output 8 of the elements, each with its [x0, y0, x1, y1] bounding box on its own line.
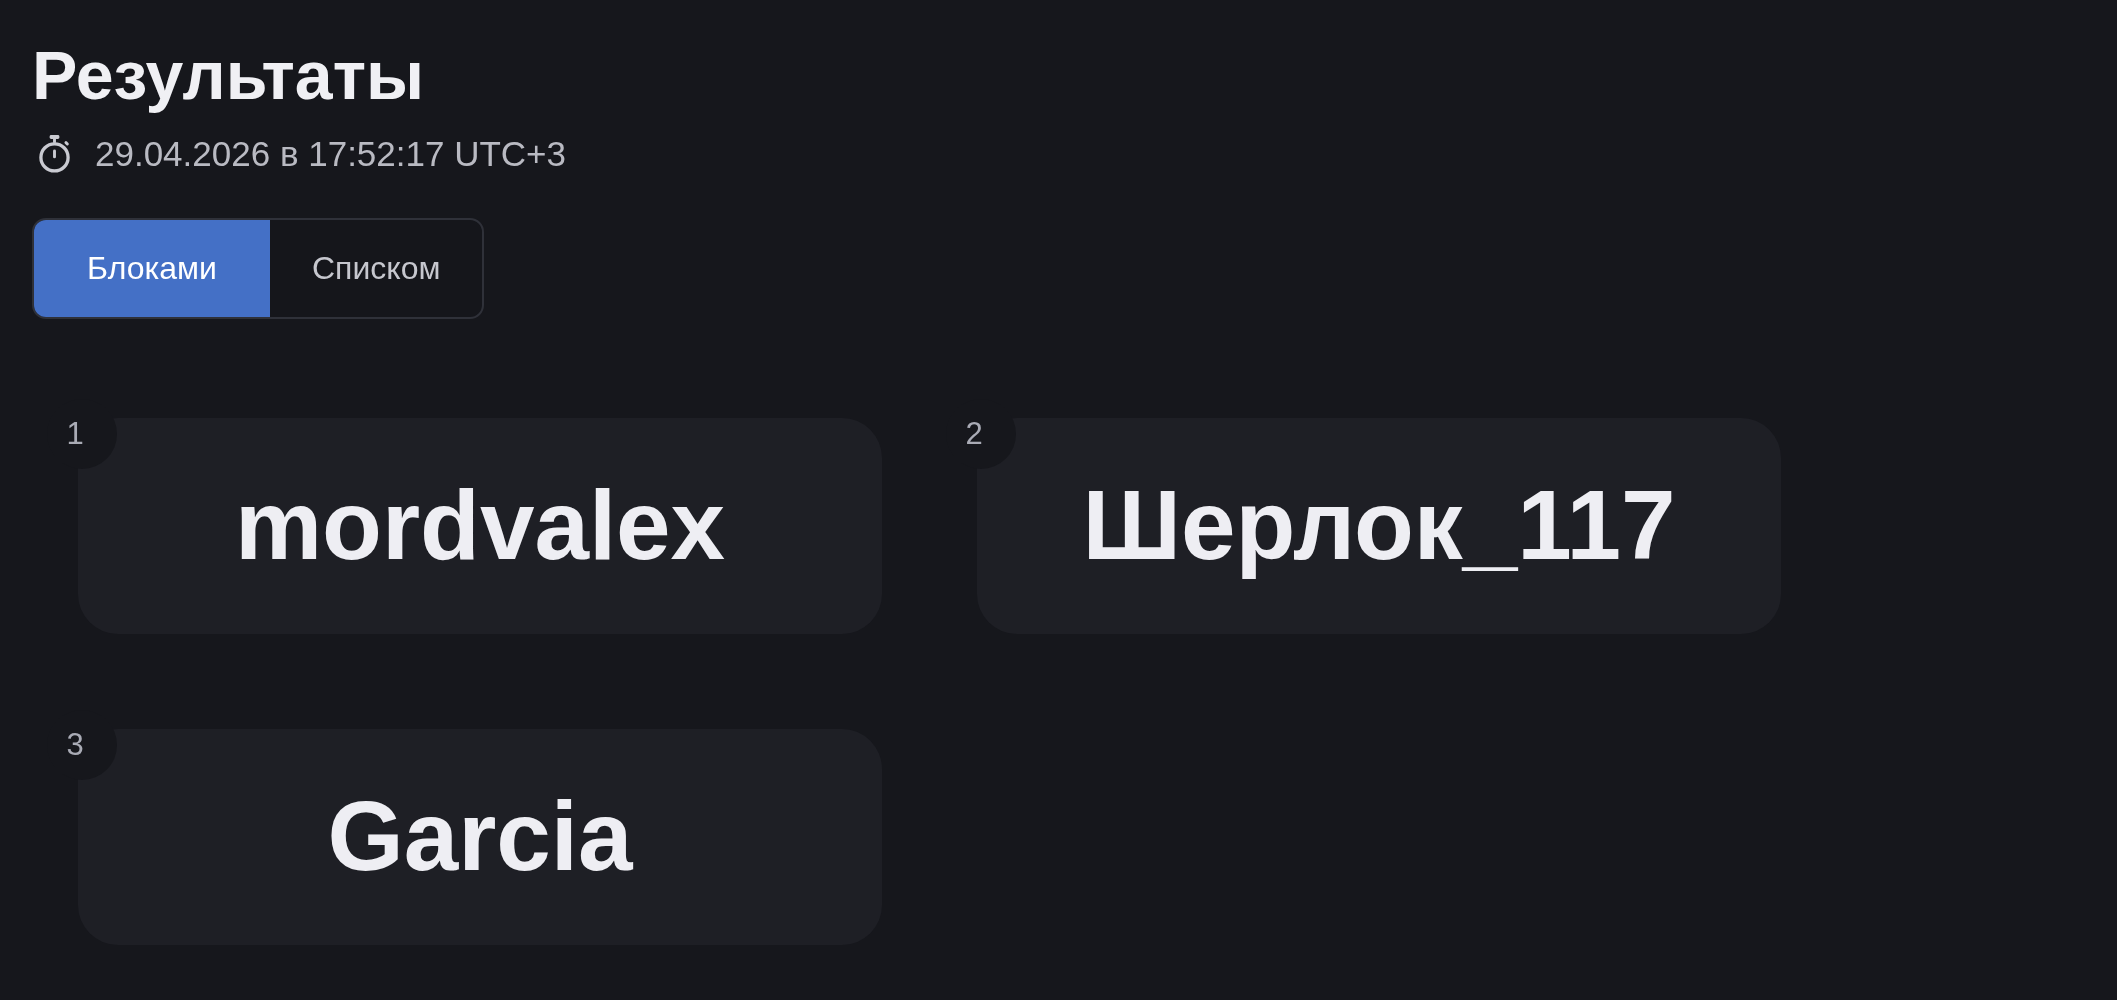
player-name: Garcia — [327, 783, 633, 891]
timestamp: 29.04.2026 в 17:52:17 UTC+3 — [95, 133, 566, 175]
stopwatch-icon — [38, 134, 71, 173]
page-title: Результаты — [32, 36, 425, 114]
player-name: mordvalex — [234, 472, 726, 580]
player-name: Шерлок_117 — [1082, 472, 1676, 580]
view-tab[interactable]: Списком — [270, 220, 483, 317]
view-tab[interactable]: Блоками — [34, 220, 270, 317]
